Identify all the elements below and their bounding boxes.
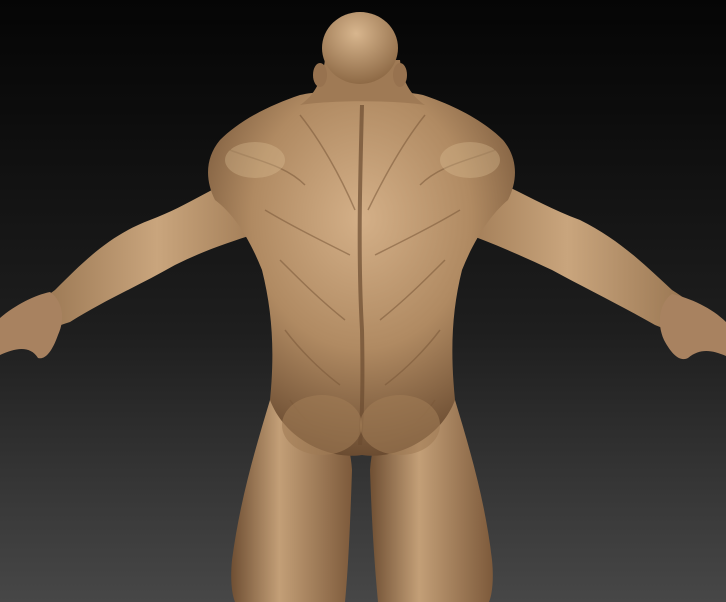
right-hand: [659, 294, 726, 360]
right-shoulder-highlight: [440, 142, 500, 178]
3d-viewport[interactable]: [0, 0, 726, 602]
sculpt-model-back-view[interactable]: [0, 0, 726, 602]
head: [322, 12, 398, 84]
right-glute: [360, 395, 440, 455]
right-ear: [393, 63, 407, 87]
left-shoulder-highlight: [225, 142, 285, 178]
left-ear: [313, 63, 327, 87]
left-glute: [282, 395, 362, 455]
left-hand: [0, 292, 63, 359]
